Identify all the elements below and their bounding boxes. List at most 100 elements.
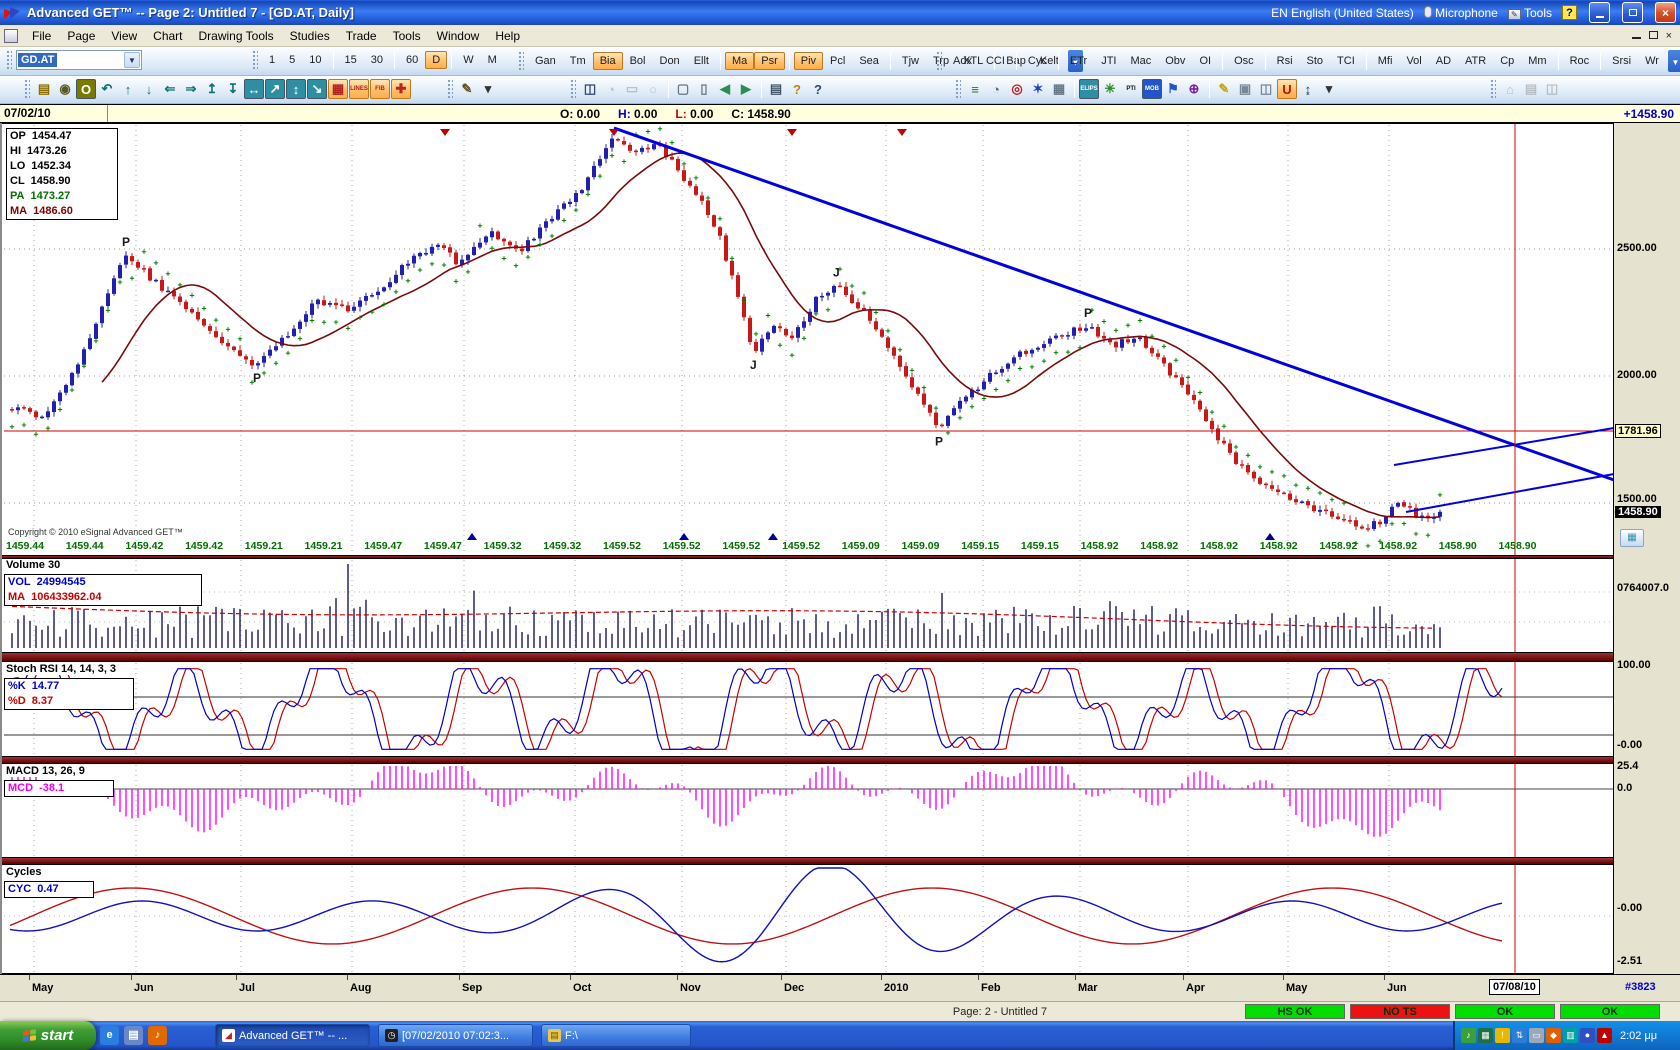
- study-mm-button[interactable]: Mm: [1521, 52, 1553, 70]
- scroll-up-icon[interactable]: ↑: [118, 79, 138, 99]
- show-desktop-icon[interactable]: ▤: [124, 1026, 143, 1045]
- menu-help[interactable]: Help: [487, 26, 528, 46]
- language-help-button[interactable]: ?: [1562, 5, 1577, 20]
- study-jti-button[interactable]: JTI: [1094, 52, 1123, 70]
- zoom-out-icon[interactable]: ↘: [307, 79, 327, 99]
- page-properties-dropdown-icon[interactable]: ▾: [478, 79, 498, 99]
- study-bol-button[interactable]: Bol: [623, 52, 653, 70]
- toolbar-handle[interactable]: [6, 50, 12, 70]
- tray-update-icon[interactable]: ◆: [1546, 1028, 1561, 1043]
- timeframe-10-button[interactable]: 10: [302, 51, 328, 69]
- open-layout-icon[interactable]: ▤: [34, 79, 54, 99]
- highlighter-icon[interactable]: ✎: [1214, 79, 1234, 99]
- menu-page[interactable]: Page: [59, 26, 103, 46]
- study-pcl-button[interactable]: Pcl: [823, 52, 852, 70]
- task-advanced-get[interactable]: ◢Advanced GET™ -- ...: [215, 1024, 370, 1047]
- next-page-icon[interactable]: ▶: [736, 79, 756, 99]
- time-cycle-icon[interactable]: ◔: [986, 79, 1006, 99]
- more-tools-dropdown-icon[interactable]: ▾: [1319, 79, 1339, 99]
- tray-alert-icon[interactable]: ▲: [1597, 1028, 1612, 1043]
- zoom-vertical-icon[interactable]: ↕: [286, 79, 306, 99]
- timeframe-1-button[interactable]: 1: [262, 51, 282, 69]
- study-osc-button[interactable]: Osc: [1227, 52, 1261, 70]
- stoch-rsi-chart[interactable]: [2, 661, 1615, 757]
- timeframe-d-button[interactable]: D: [425, 51, 447, 69]
- branch-tool-icon[interactable]: ✳: [1100, 79, 1120, 99]
- grid-toggle-icon[interactable]: ▦: [328, 79, 348, 99]
- tray-esignal-icon[interactable]: ●: [1580, 1028, 1595, 1043]
- language-indicator[interactable]: EN English (United States): [1271, 6, 1414, 20]
- macd-chart[interactable]: [2, 763, 1615, 858]
- flag-tool-icon[interactable]: ⚑: [1163, 79, 1183, 99]
- speech-tools-menu[interactable]: ✎ Tools: [1508, 6, 1552, 20]
- study-sto-button[interactable]: Sto: [1300, 52, 1331, 70]
- restore-button[interactable]: [1622, 2, 1643, 23]
- study-ad-button[interactable]: AD: [1429, 52, 1458, 70]
- child-restore-button[interactable]: [1649, 30, 1658, 42]
- timeframe-5-button[interactable]: 5: [282, 51, 302, 69]
- task-export-log[interactable]: ◷[07/02/2010 07:02:3...: [378, 1024, 533, 1047]
- toolbar-handle[interactable]: [24, 79, 30, 99]
- cycles-chart[interactable]: [2, 864, 1615, 974]
- study-rsi-button[interactable]: Rsi: [1270, 52, 1300, 70]
- split-view-icon[interactable]: ↨: [1298, 79, 1318, 99]
- timeframe-30-button[interactable]: 30: [364, 51, 390, 69]
- menu-chart[interactable]: Chart: [145, 26, 190, 46]
- document-icon[interactable]: [4, 29, 18, 43]
- cross-pointer-icon[interactable]: ✚: [391, 79, 411, 99]
- tray-shield-icon[interactable]: !: [1495, 1028, 1510, 1043]
- tray-display-icon[interactable]: ▭: [1529, 1028, 1544, 1043]
- menu-tools[interactable]: Tools: [385, 26, 429, 46]
- study-srsi-button[interactable]: Srsi: [1605, 52, 1638, 70]
- layout-grid-icon[interactable]: ▣: [1235, 79, 1255, 99]
- tray-network-icon[interactable]: ▥: [1563, 1028, 1578, 1043]
- study-roc-button[interactable]: Roc: [1563, 52, 1597, 70]
- minimize-button[interactable]: [1589, 2, 1610, 23]
- study-tci-button[interactable]: TCI: [1330, 52, 1362, 70]
- study-bia-button[interactable]: Bia: [593, 52, 623, 70]
- tray-sync-icon[interactable]: ⇅: [1512, 1028, 1527, 1043]
- study-piv-button[interactable]: Piv: [794, 52, 823, 70]
- toolbar-handle[interactable]: [936, 51, 942, 71]
- toolbar-handle[interactable]: [955, 79, 961, 99]
- taskbar-clock[interactable]: 2:02 μμ: [1620, 1030, 1657, 1042]
- study-wr-button[interactable]: Wr: [1638, 52, 1666, 70]
- study-obv-button[interactable]: Obv: [1158, 52, 1192, 70]
- toolbar-handle[interactable]: [447, 79, 453, 99]
- ellipse-tool-icon[interactable]: ELIPS: [1079, 79, 1099, 99]
- close-button[interactable]: ×: [1655, 2, 1676, 23]
- timeframe-w-button[interactable]: W: [456, 51, 480, 69]
- symbol-combobox[interactable]: GD.AT ▼: [16, 50, 142, 70]
- task-explorer-f[interactable]: ▤F:\: [541, 1024, 691, 1047]
- mob-icon[interactable]: MOB: [1142, 79, 1162, 99]
- scroll-down-icon[interactable]: ↓: [139, 79, 159, 99]
- scroll-right-icon[interactable]: ⇒: [181, 79, 201, 99]
- study-gan-button[interactable]: Gan: [528, 52, 563, 70]
- pti-icon[interactable]: PTI: [1121, 79, 1141, 99]
- study-mac-button[interactable]: Mac: [1123, 52, 1158, 70]
- toolbar-handle[interactable]: [570, 79, 576, 99]
- menu-view[interactable]: View: [103, 26, 145, 46]
- timeframe-15-button[interactable]: 15: [338, 51, 364, 69]
- study-more-dropdown-icon[interactable]: ▼: [1668, 50, 1680, 72]
- page-properties-icon[interactable]: ✎: [457, 79, 477, 99]
- study-psr-button[interactable]: Psr: [754, 52, 785, 70]
- print-icon[interactable]: ▤: [766, 79, 786, 99]
- microphone-toggle[interactable]: Microphone: [1424, 5, 1498, 20]
- study-atr-button[interactable]: ATR: [1458, 52, 1493, 70]
- regression-icon[interactable]: ≡: [965, 79, 985, 99]
- study-don-button[interactable]: Don: [653, 52, 687, 70]
- timeframe-m-button[interactable]: M: [481, 51, 504, 69]
- study-cci-button[interactable]: CCI: [979, 52, 1012, 70]
- data-window-icon[interactable]: ◫: [580, 79, 600, 99]
- copy-page-icon[interactable]: ◫: [1256, 79, 1276, 99]
- help-icon[interactable]: ?: [787, 79, 807, 99]
- study-etr-button[interactable]: ETr: [1063, 52, 1094, 70]
- new-page-icon[interactable]: ▢: [673, 79, 693, 99]
- study-sea-button[interactable]: Sea: [852, 52, 886, 70]
- study-oi-button[interactable]: OI: [1192, 52, 1218, 70]
- menu-trade[interactable]: Trade: [338, 26, 385, 46]
- fan-lines-icon[interactable]: ✶: [1028, 79, 1048, 99]
- study-tjw-button[interactable]: Tjw: [895, 52, 926, 70]
- undo-icon[interactable]: ↶: [97, 79, 117, 99]
